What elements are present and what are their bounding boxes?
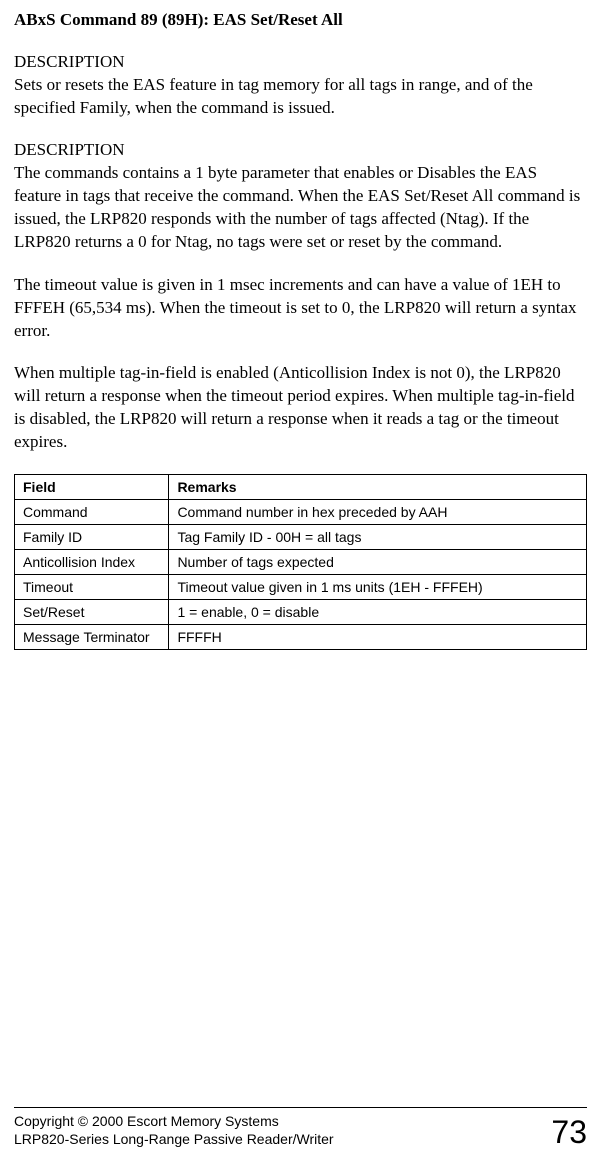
body-paragraph: Sets or resets the EAS feature in tag me… xyxy=(14,74,587,120)
footer-text: Copyright © 2000 Escort Memory Systems L… xyxy=(14,1112,334,1148)
table-cell: Command number in hex preceded by AAH xyxy=(169,500,587,525)
table-cell: Number of tags expected xyxy=(169,550,587,575)
table-cell: Family ID xyxy=(15,525,169,550)
parameters-table: Field Remarks Command Command number in … xyxy=(14,474,587,650)
page-number: 73 xyxy=(551,1116,587,1148)
table-cell: Message Terminator xyxy=(15,625,169,650)
body-paragraph: The commands contains a 1 byte parameter… xyxy=(14,162,587,254)
section-heading: DESCRIPTION xyxy=(14,140,587,160)
table-cell: FFFFH xyxy=(169,625,587,650)
table-header-cell: Field xyxy=(15,475,169,500)
table-cell: 1 = enable, 0 = disable xyxy=(169,600,587,625)
section-heading: DESCRIPTION xyxy=(14,52,587,72)
table-row: Message Terminator FFFFH xyxy=(15,625,587,650)
table-row: Command Command number in hex preceded b… xyxy=(15,500,587,525)
table-cell: Set/Reset xyxy=(15,600,169,625)
page-footer: Copyright © 2000 Escort Memory Systems L… xyxy=(14,1107,587,1148)
page-title: ABxS Command 89 (89H): EAS Set/Reset All xyxy=(14,10,587,30)
table-header-row: Field Remarks xyxy=(15,475,587,500)
table-cell: Timeout value given in 1 ms units (1EH -… xyxy=(169,575,587,600)
table-row: Family ID Tag Family ID - 00H = all tags xyxy=(15,525,587,550)
table-row: Timeout Timeout value given in 1 ms unit… xyxy=(15,575,587,600)
body-paragraph: The timeout value is given in 1 msec inc… xyxy=(14,274,587,343)
table-row: Anticollision Index Number of tags expec… xyxy=(15,550,587,575)
table-cell: Tag Family ID - 00H = all tags xyxy=(169,525,587,550)
body-paragraph: When multiple tag-in-field is enabled (A… xyxy=(14,362,587,454)
table-cell: Timeout xyxy=(15,575,169,600)
product-line: LRP820-Series Long-Range Passive Reader/… xyxy=(14,1130,334,1148)
table-cell: Command xyxy=(15,500,169,525)
table-cell: Anticollision Index xyxy=(15,550,169,575)
table-row: Set/Reset 1 = enable, 0 = disable xyxy=(15,600,587,625)
table-header-cell: Remarks xyxy=(169,475,587,500)
copyright-line: Copyright © 2000 Escort Memory Systems xyxy=(14,1112,334,1130)
